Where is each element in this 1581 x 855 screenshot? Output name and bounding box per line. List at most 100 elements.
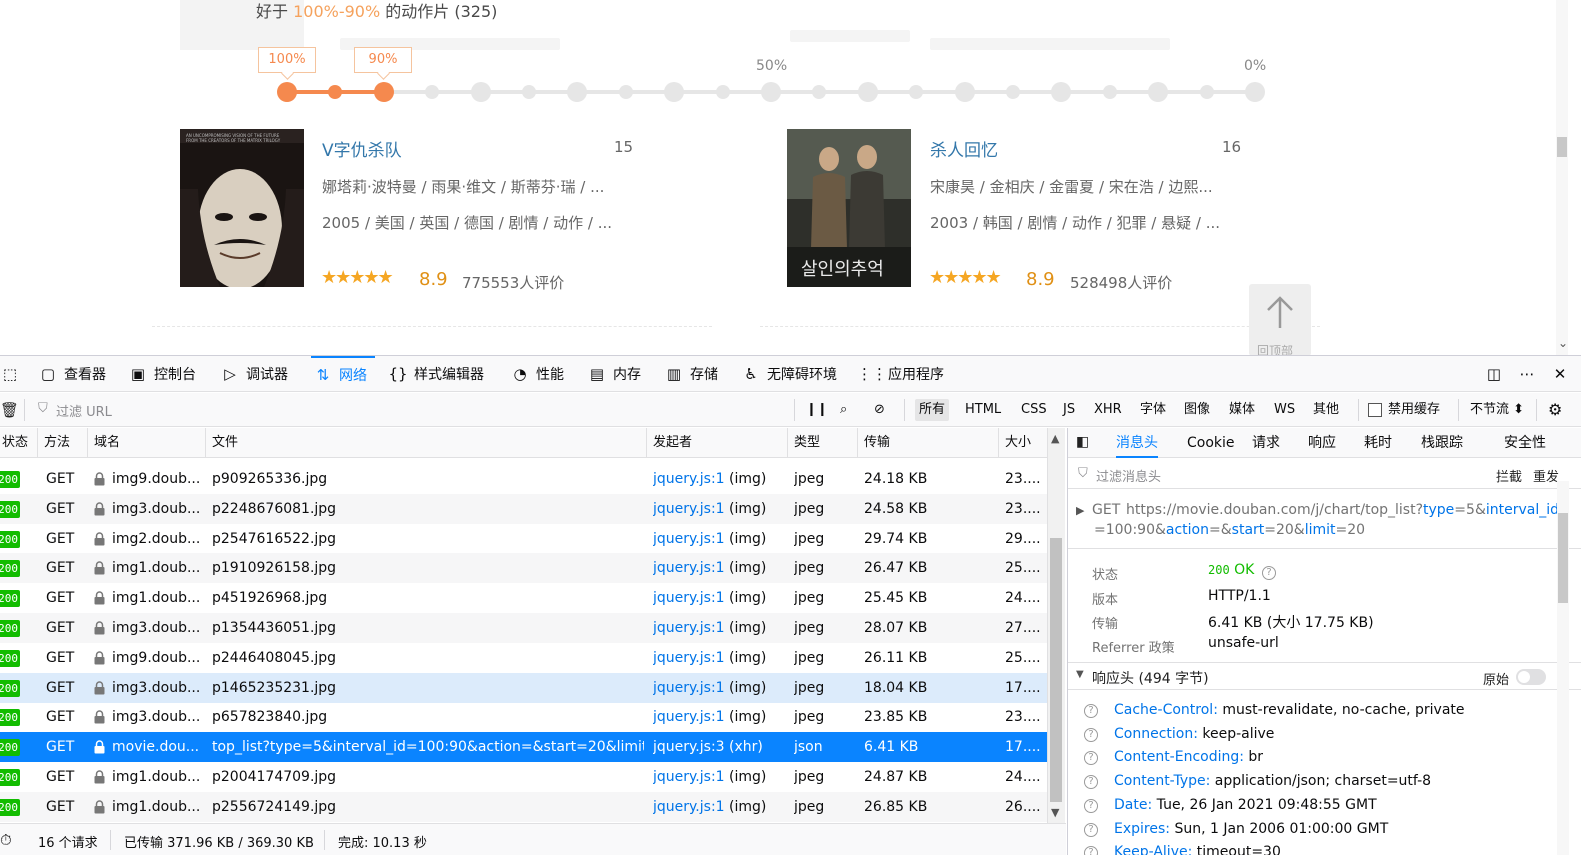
response-header-row[interactable]: Keep-Alive: timeout=30 xyxy=(1114,844,1281,855)
filter-media[interactable]: 媒体 xyxy=(1225,399,1259,421)
movie-poster[interactable]: AN UNCOMPROMISING VISION OF THE FUTURE F… xyxy=(180,129,304,287)
help-icon[interactable]: ? xyxy=(1084,727,1098,742)
filter-url-input[interactable]: 过滤 URL xyxy=(56,401,112,420)
initiator-link[interactable]: jquery.js:1 xyxy=(653,560,725,576)
initiator-link[interactable]: jquery.js:1 xyxy=(653,680,725,696)
initiator-link[interactable]: jquery.js:1 xyxy=(653,501,725,517)
close-icon[interactable]: ✕ xyxy=(1550,356,1570,392)
tab-response[interactable]: 响应 xyxy=(1308,428,1336,458)
initiator-link[interactable]: jquery.js:1 xyxy=(653,590,725,606)
initiator-link[interactable]: jquery.js:1 xyxy=(653,650,725,666)
filter-css[interactable]: CSS xyxy=(1017,399,1051,421)
tab-memory[interactable]: ▤ 内存 xyxy=(587,356,641,392)
movie-title-link[interactable]: V字仇杀队 xyxy=(322,136,402,161)
filter-xhr[interactable]: XHR xyxy=(1090,399,1126,421)
range-slider-step[interactable] xyxy=(812,85,827,99)
tab-timings[interactable]: 耗时 xyxy=(1364,428,1392,458)
response-header-row[interactable]: Content-Type: application/json; charset=… xyxy=(1114,773,1431,789)
request-url[interactable]: https://movie.douban.com/j/chart/top_lis… xyxy=(1126,502,1559,518)
filter-ws[interactable]: WS xyxy=(1270,399,1299,421)
range-slider-step[interactable] xyxy=(1199,85,1214,99)
filter-all[interactable]: 所有 xyxy=(915,399,950,421)
filter-fonts[interactable]: 字体 xyxy=(1136,399,1170,421)
tab-application[interactable]: ⋮⋮ 应用程序 xyxy=(857,356,944,392)
range-slider-step[interactable] xyxy=(1245,82,1265,102)
dock-icon[interactable]: ◫ xyxy=(1484,356,1504,392)
initiator-link[interactable]: jquery.js:1 xyxy=(653,471,725,487)
table-row[interactable]: 200 GET img3.doub... p1354436051.jpg jquery.… xyxy=(0,613,1047,643)
tab-network[interactable]: ⇅ 网络 xyxy=(311,356,375,392)
element-picker-icon[interactable]: ⬚ xyxy=(0,356,20,392)
table-row[interactable]: 200 GET img3.doub... p657823840.jpg jquery.j… xyxy=(0,702,1047,732)
block-icon[interactable]: ⊘ xyxy=(870,399,889,421)
range-slider-step[interactable] xyxy=(761,82,781,102)
initiator-link[interactable]: jquery.js:1 xyxy=(653,769,725,785)
tab-inspector[interactable]: ▢ 查看器 xyxy=(38,356,106,392)
page-scrollbar-thumb[interactable] xyxy=(1557,137,1567,157)
throttle-select[interactable]: 不节流 ⬍ xyxy=(1466,399,1528,421)
col-size[interactable]: 大小 xyxy=(999,428,1047,458)
details-scrollbar-thumb[interactable] xyxy=(1558,513,1568,603)
range-slider-step[interactable] xyxy=(1051,82,1072,102)
range-slider-step[interactable] xyxy=(954,82,975,102)
range-slider-step[interactable] xyxy=(857,82,878,102)
range-slider-step[interactable] xyxy=(373,82,394,102)
range-slider-step[interactable] xyxy=(715,85,730,99)
help-icon[interactable]: ? xyxy=(1084,775,1098,790)
toggle-sidebar-icon[interactable]: ◧ xyxy=(1076,434,1089,450)
movie-title-link[interactable]: 杀人回忆 xyxy=(930,136,998,161)
search-icon[interactable]: ⌕ xyxy=(836,399,851,421)
initiator-link[interactable]: jquery.js:1 xyxy=(653,799,725,815)
help-icon[interactable]: ? xyxy=(1084,704,1098,718)
response-header-row[interactable]: Content-Encoding: br xyxy=(1114,749,1263,765)
filter-html[interactable]: HTML xyxy=(961,399,1005,421)
trash-icon[interactable]: 🗑 xyxy=(0,401,19,419)
response-headers-section[interactable]: ▼ 响应头 (494 字节) 原始 xyxy=(1068,662,1581,690)
table-row[interactable]: 200 GET img3.doub... p2248676081.jpg jquery.… xyxy=(0,493,1047,524)
range-slider-step[interactable] xyxy=(277,82,297,102)
range-slider-step[interactable] xyxy=(909,85,924,99)
tab-headers[interactable]: 消息头 xyxy=(1116,428,1158,458)
response-header-row[interactable]: Expires: Sun, 1 Jan 2006 01:00:00 GMT xyxy=(1114,821,1388,837)
tab-security[interactable]: 安全性 xyxy=(1504,428,1546,458)
table-row[interactable]: 200 GET img1.doub... p451926968.jpg jquery.j… xyxy=(0,583,1047,613)
col-domain[interactable]: 域名 xyxy=(88,428,206,458)
filter-images[interactable]: 图像 xyxy=(1180,399,1214,421)
table-row[interactable]: 200 GET img2.doub... p2547616522.jpg jquery.… xyxy=(0,524,1047,554)
range-slider-step[interactable] xyxy=(1148,82,1169,102)
range-slider-step[interactable] xyxy=(618,85,633,99)
table-row[interactable]: 200 GET img3.doub... p1465235231.jpg jquery.… xyxy=(0,672,1047,703)
filter-headers-input[interactable]: 过滤消息头 xyxy=(1096,466,1161,485)
more-icon[interactable]: ⋯ xyxy=(1517,356,1537,392)
expand-triangle-icon[interactable]: ▶ xyxy=(1076,504,1084,517)
block-button[interactable]: 拦截 xyxy=(1496,466,1522,485)
response-header-row[interactable]: Cache-Control: must-revalidate, no-cache… xyxy=(1114,702,1465,718)
help-icon[interactable]: ? xyxy=(1084,751,1098,766)
table-row[interactable]: 200 GET img1.doub... p1910926158.jpg jquery.… xyxy=(0,553,1047,584)
scroll-down-icon[interactable]: ⌄ xyxy=(1558,336,1568,350)
range-slider-step[interactable] xyxy=(425,85,440,99)
initiator-link[interactable]: jquery.js:1 xyxy=(653,709,725,725)
range-slider-step[interactable] xyxy=(522,85,536,99)
range-slider-step[interactable] xyxy=(470,82,491,102)
tab-request[interactable]: 请求 xyxy=(1252,428,1280,458)
table-scrollbar-thumb[interactable] xyxy=(1050,538,1062,802)
tab-stack-trace[interactable]: 栈跟踪 xyxy=(1421,428,1463,458)
col-transferred[interactable]: 传输 xyxy=(858,428,999,458)
range-slider-step[interactable] xyxy=(567,82,588,102)
col-type[interactable]: 类型 xyxy=(788,428,858,458)
range-slider-step[interactable] xyxy=(1006,85,1020,99)
table-row[interactable]: 200 GET img9.doub... p909265336.jpg jquery.j… xyxy=(0,464,1047,494)
page-scrollbar[interactable] xyxy=(1556,0,1568,355)
raw-toggle[interactable] xyxy=(1516,669,1546,685)
disable-cache-checkbox[interactable] xyxy=(1368,403,1382,417)
tab-console[interactable]: ▣ 控制台 xyxy=(128,356,196,392)
range-slider-step[interactable] xyxy=(1102,85,1117,99)
help-icon[interactable]: ? xyxy=(1084,822,1098,837)
table-row[interactable]: 200 GET img1.doub... p2004174709.jpg jquery.… xyxy=(0,762,1047,792)
collapse-triangle-icon[interactable]: ▼ xyxy=(1076,669,1084,680)
table-row[interactable]: 200 GET movie.dou... top_list?type=5&interv… xyxy=(0,732,1047,763)
table-row[interactable]: 200 GET img1.doub... p2556724149.jpg jquery.… xyxy=(0,791,1047,822)
initiator-link[interactable]: jquery.js:1 xyxy=(653,531,725,547)
tab-storage[interactable]: ▥ 存储 xyxy=(664,356,718,392)
